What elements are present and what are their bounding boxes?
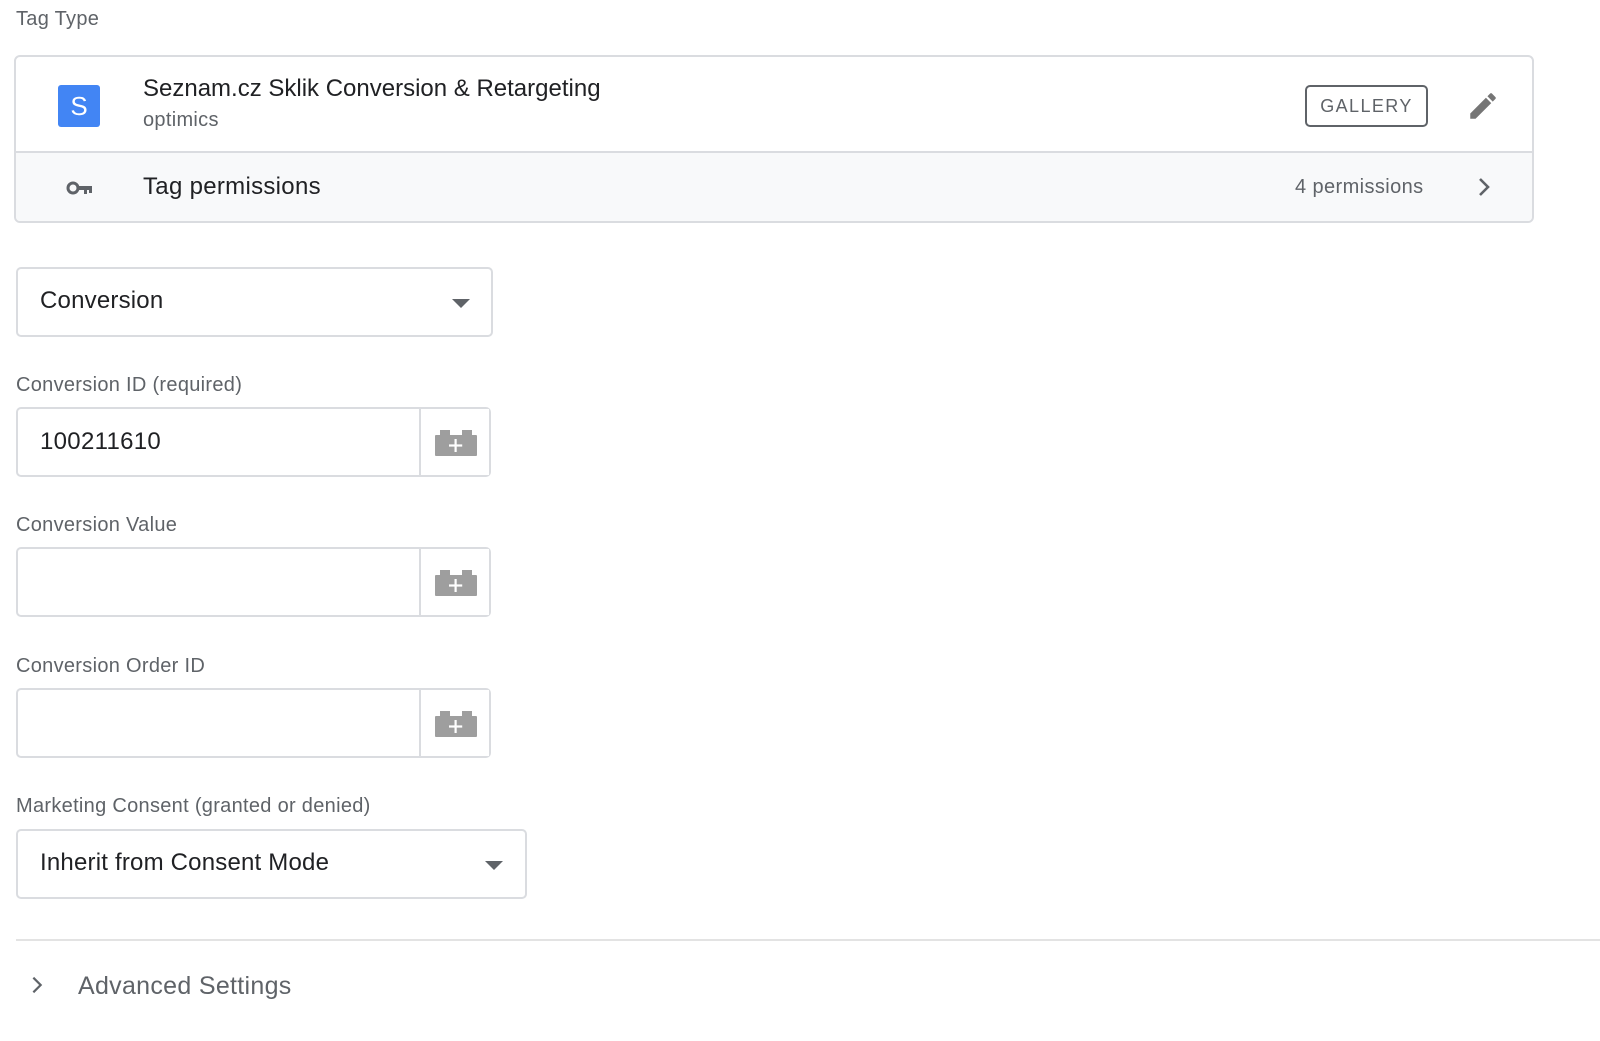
insert-variable-button[interactable] [419,409,489,475]
marketing-consent-label: Marketing Consent (granted or denied) [16,795,371,817]
caret-down-icon [485,861,503,870]
conversion-value-input[interactable] [18,549,418,615]
tracking-type-value: Conversion [40,287,164,314]
tracking-type-select[interactable]: Conversion [16,267,493,337]
variable-brick-icon [435,570,477,596]
tag-permissions-label: Tag permissions [143,173,321,200]
variable-brick-icon [435,430,477,456]
conversion-value-label: Conversion Value [16,514,178,536]
tag-vendor: optimics [143,109,219,131]
marketing-consent-value: Inherit from Consent Mode [40,849,330,876]
insert-variable-button[interactable] [419,549,489,615]
conversion-id-field [16,407,491,477]
gallery-badge[interactable]: GALLERY [1305,85,1428,127]
chevron-right-icon[interactable] [1472,175,1496,199]
tag-type-header[interactable]: S Seznam.cz Sklik Conversion & Retargeti… [16,57,1532,153]
variable-brick-icon [435,711,477,737]
conversion-value-field [16,547,491,617]
caret-down-icon [452,299,470,308]
permissions-count: 4 permissions [1295,176,1424,198]
conversion-order-id-field [16,688,491,758]
advanced-settings-label: Advanced Settings [78,972,292,1000]
tag-configuration-page: Tag Type S Seznam.cz Sklik Conversion & … [0,0,1600,1041]
conversion-order-id-label: Conversion Order ID [16,655,206,677]
chevron-right-icon [32,976,43,994]
tag-type-label: Tag Type [16,8,100,30]
tag-type-card: S Seznam.cz Sklik Conversion & Retargeti… [14,55,1534,223]
tag-logo: S [58,85,100,127]
insert-variable-button[interactable] [419,690,489,756]
tag-permissions-row[interactable]: Tag permissions 4 permissions [16,153,1532,221]
conversion-id-label: Conversion ID (required) [16,374,243,396]
conversion-order-id-input[interactable] [18,690,418,756]
marketing-consent-select[interactable]: Inherit from Consent Mode [16,829,527,899]
pencil-icon[interactable] [1466,89,1500,123]
section-divider [16,939,1600,941]
key-icon [66,181,92,195]
advanced-settings-toggle[interactable]: Advanced Settings [16,960,416,1016]
conversion-id-input[interactable] [18,409,418,475]
tag-title: Seznam.cz Sklik Conversion & Retargeting [143,75,601,102]
